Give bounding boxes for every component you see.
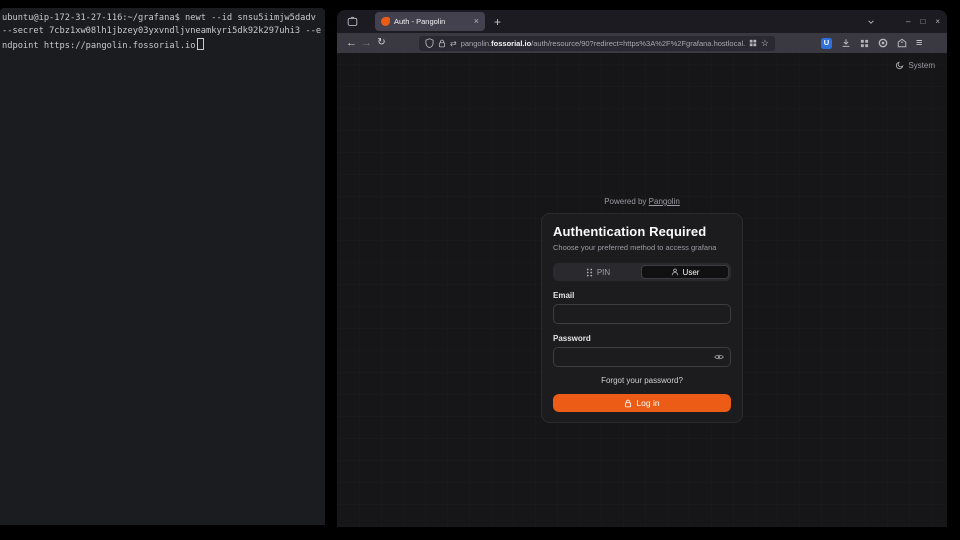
browser-tab-bar: Auth - Pangolin × + – □ × <box>337 10 947 33</box>
window-minimize-button[interactable]: – <box>906 18 910 26</box>
url-prefix: pangolin. <box>461 39 491 48</box>
login-button[interactable]: Log in <box>553 394 731 412</box>
terminal-line: ubuntu@ip-172-31-27-116:~/grafana$ newt … <box>2 12 323 25</box>
window-maximize-button[interactable]: □ <box>920 18 925 26</box>
user-icon <box>671 268 679 276</box>
card-title: Authentication Required <box>553 224 731 239</box>
forward-button[interactable]: → <box>359 38 374 49</box>
password-label: Password <box>553 334 731 343</box>
menu-hamburger-icon[interactable]: ≡ <box>916 38 922 49</box>
tab-user[interactable]: User <box>641 265 729 279</box>
email-input[interactable] <box>554 307 730 325</box>
tab-pin[interactable]: PIN <box>555 265 641 279</box>
terminal-line: ndpoint https://pangolin.fossorial.io <box>2 38 323 53</box>
email-label: Email <box>553 291 731 300</box>
password-visibility-eye-icon[interactable] <box>714 354 724 361</box>
auth-method-tabs: PIN User <box>553 263 731 281</box>
terminal-window[interactable]: ubuntu@ip-172-31-27-116:~/grafana$ newt … <box>0 8 325 525</box>
bookmark-star-icon[interactable]: ☆ <box>761 39 769 48</box>
email-field-wrap <box>553 304 731 324</box>
moon-icon <box>895 61 904 70</box>
forgot-password: Forgot your password? <box>553 376 731 385</box>
browser-tab[interactable]: Auth - Pangolin × <box>375 12 485 31</box>
auth-card: Authentication Required Choose your pref… <box>541 213 743 423</box>
new-tab-button[interactable]: + <box>494 16 501 28</box>
home-extension-icon[interactable] <box>897 38 907 48</box>
tab-user-label: User <box>683 268 700 277</box>
extensions-icon[interactable] <box>860 39 869 48</box>
url-text: pangolin.fossorial.io/auth/resource/90?r… <box>461 39 745 48</box>
terminal-line: --secret 7cbz1xw08lh1jbzey03yxvndljvneam… <box>2 25 323 38</box>
forgot-password-link[interactable]: Forgot your password? <box>601 376 683 385</box>
theme-toggle[interactable]: System <box>895 61 935 70</box>
redirect-arrows-icon: ⇄ <box>450 39 457 48</box>
record-circle-icon[interactable] <box>878 38 888 48</box>
lock-icon[interactable] <box>438 39 446 48</box>
downloads-icon[interactable] <box>841 38 851 48</box>
toolbar-extensions: U ≡ <box>821 38 922 49</box>
pangolin-favicon-icon <box>381 17 390 26</box>
tracking-shield-icon[interactable] <box>425 38 434 48</box>
browser-toolbar: ← → ↻ ⇄ pangolin.fossorial.io/auth/resou… <box>337 33 947 53</box>
keypad-icon <box>586 268 593 277</box>
login-button-label: Log in <box>636 398 659 408</box>
shield-extension-icon[interactable]: U <box>821 38 832 49</box>
window-controls: – □ × <box>906 10 940 33</box>
terminal-line-text: ndpoint https://pangolin.fossorial.io <box>2 41 196 51</box>
auth-column: Powered by Pangolin Authentication Requi… <box>337 53 947 423</box>
refresh-button[interactable]: ↻ <box>374 38 389 48</box>
password-input[interactable] <box>554 350 730 368</box>
url-bar[interactable]: ⇄ pangolin.fossorial.io/auth/resource/90… <box>419 36 775 51</box>
password-field-wrap <box>553 347 731 367</box>
window-close-button[interactable]: × <box>935 18 940 26</box>
tab-pin-label: PIN <box>597 268 610 277</box>
powered-by: Powered by Pangolin <box>604 197 680 206</box>
url-path: /auth/resource/90?redirect=https%3A%2F%2… <box>531 39 745 48</box>
shortcuts-grid-icon[interactable] <box>749 39 757 47</box>
tab-overview-icon[interactable] <box>347 16 358 27</box>
tab-close-icon[interactable]: × <box>474 17 479 26</box>
lock-button-icon <box>624 399 632 408</box>
theme-toggle-label: System <box>908 61 935 70</box>
url-domain: fossorial.io <box>491 39 531 48</box>
desktop: ubuntu@ip-172-31-27-116:~/grafana$ newt … <box>0 0 960 540</box>
pangolin-link[interactable]: Pangolin <box>649 197 680 206</box>
page-content: System Powered by Pangolin Authenticatio… <box>337 53 947 527</box>
tab-title: Auth - Pangolin <box>394 17 470 26</box>
tab-list-chevron-icon[interactable] <box>867 18 875 26</box>
powered-by-text: Powered by <box>604 197 646 206</box>
card-subtitle: Choose your preferred method to access g… <box>553 243 731 252</box>
browser-window: Auth - Pangolin × + – □ × ← → ↻ <box>337 10 947 527</box>
terminal-cursor <box>197 38 204 50</box>
back-button[interactable]: ← <box>344 38 359 49</box>
